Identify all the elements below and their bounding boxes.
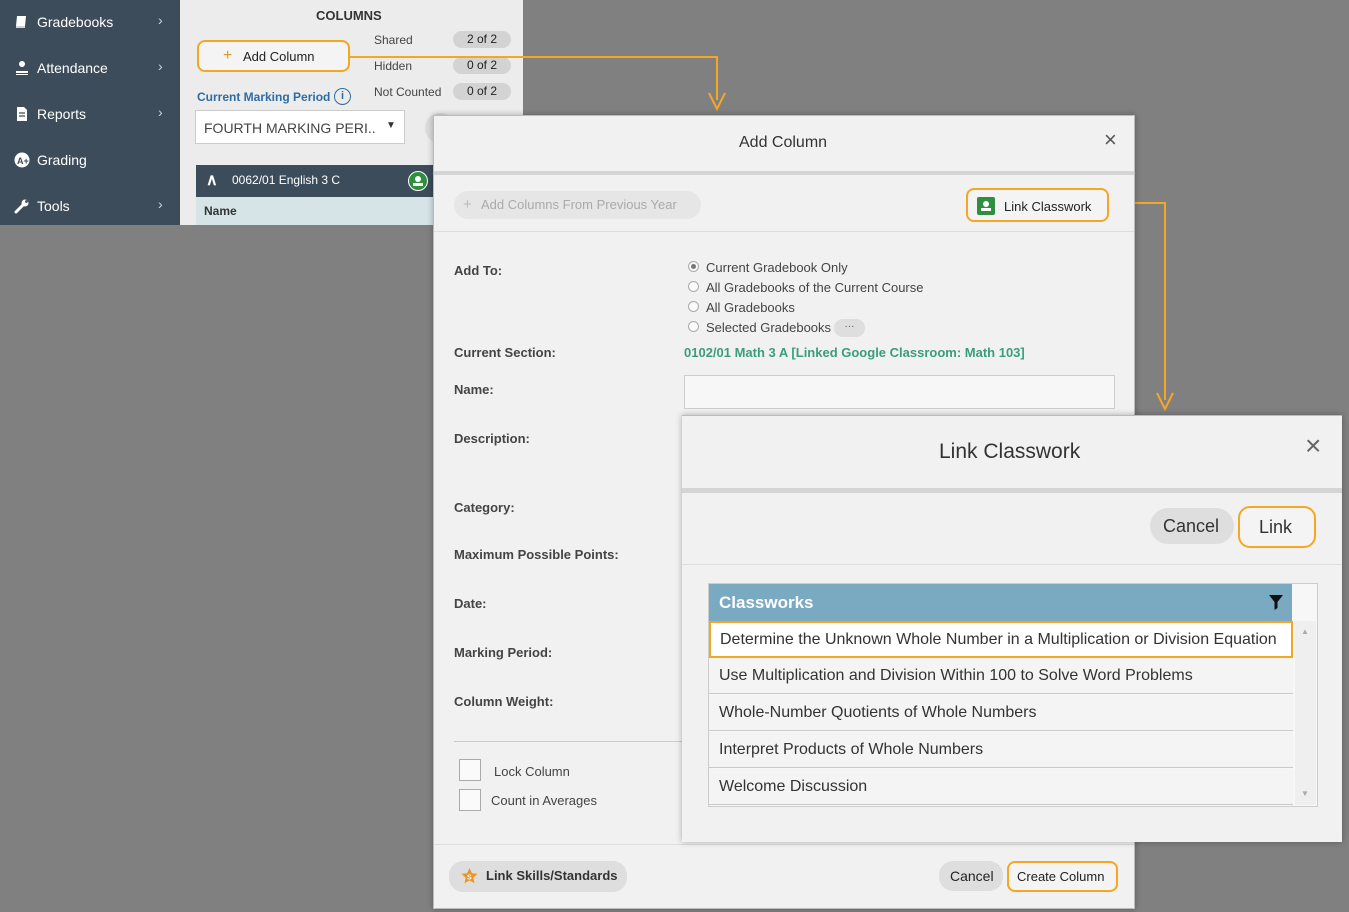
modal-header: Add Column × xyxy=(434,116,1134,171)
current-section-value: 0102/01 Math 3 A [Linked Google Classroo… xyxy=(684,345,1025,360)
star-badge-icon: S xyxy=(461,868,478,884)
radio-selected-gradebooks[interactable]: Selected Gradebooks xyxy=(688,320,831,335)
name-label: Name: xyxy=(454,382,494,397)
cancel-button[interactable]: Cancel xyxy=(939,861,1003,891)
classworks-header-label: Classworks xyxy=(719,593,814,612)
radio-label: All Gradebooks of the Current Course xyxy=(706,280,924,295)
column-weight-label: Column Weight: xyxy=(454,694,554,709)
classwork-title: Use Multiplication and Division Within 1… xyxy=(719,667,1193,684)
add-columns-previous-year-button[interactable]: + Add Columns From Previous Year xyxy=(454,191,701,219)
create-column-label: Create Column xyxy=(1017,869,1105,884)
radio-all-gradebooks[interactable]: All Gradebooks xyxy=(688,300,795,315)
radio-button[interactable] xyxy=(688,321,699,333)
classwork-row[interactable]: Whole-Number Quotients of Whole Numbers xyxy=(709,695,1293,731)
classwork-title: Welcome Discussion xyxy=(719,778,868,795)
link-skills-label: Link Skills/Standards xyxy=(486,868,618,883)
name-input[interactable] xyxy=(684,375,1115,409)
divider xyxy=(682,488,1342,493)
count-in-averages-label: Count in Averages xyxy=(491,793,597,808)
link-classwork-label: Link Classwork xyxy=(1004,199,1092,214)
classworks-table: Classworks Determine the Unknown Whole N… xyxy=(708,583,1318,807)
max-points-label: Maximum Possible Points: xyxy=(454,547,619,562)
cancel-button[interactable]: Cancel xyxy=(1150,508,1234,544)
link-classwork-dialog: Link Classwork × Cancel Link Classworks … xyxy=(682,415,1342,842)
google-classroom-icon xyxy=(977,197,995,215)
more-gradebooks-button[interactable]: ··· xyxy=(834,319,865,337)
modal-title: Add Column xyxy=(739,134,828,151)
classwork-title: Interpret Products of Whole Numbers xyxy=(719,741,984,758)
radio-current-gradebook[interactable]: Current Gradebook Only xyxy=(688,260,848,275)
date-label: Date: xyxy=(454,596,487,611)
classwork-row[interactable]: Use Multiplication and Division Within 1… xyxy=(709,658,1293,694)
cancel-label: Cancel xyxy=(1163,516,1220,536)
divider xyxy=(434,844,1134,845)
radio-button[interactable] xyxy=(688,261,699,273)
prev-year-label: Add Columns From Previous Year xyxy=(481,197,677,212)
close-icon[interactable]: × xyxy=(1305,430,1321,462)
divider xyxy=(454,741,682,742)
classwork-row-selected[interactable]: Determine the Unknown Whole Number in a … xyxy=(709,621,1293,658)
count-in-averages-checkbox[interactable] xyxy=(459,789,481,811)
link-skills-standards-button[interactable]: S Link Skills/Standards xyxy=(449,861,627,892)
radio-button[interactable] xyxy=(688,301,699,313)
divider xyxy=(434,171,1134,175)
svg-text:S: S xyxy=(467,875,472,882)
dialog-title: Link Classwork xyxy=(939,440,1081,463)
link-label: Link xyxy=(1259,517,1293,537)
radio-all-course-gradebooks[interactable]: All Gradebooks of the Current Course xyxy=(688,280,924,295)
create-column-button[interactable]: Create Column xyxy=(1007,861,1118,892)
cancel-label: Cancel xyxy=(950,868,994,884)
lock-column-label: Lock Column xyxy=(494,764,570,779)
classwork-title: Determine the Unknown Whole Number in a … xyxy=(720,631,1277,648)
current-section-label: Current Section: xyxy=(454,345,556,360)
category-label: Category: xyxy=(454,500,515,515)
filter-icon[interactable] xyxy=(1268,594,1284,610)
scroll-down-icon[interactable]: ▼ xyxy=(1301,789,1309,798)
link-classwork-button[interactable]: Link Classwork xyxy=(966,188,1109,222)
classwork-row[interactable]: Welcome Discussion xyxy=(709,769,1293,805)
radio-label: Selected Gradebooks xyxy=(706,320,832,335)
radio-label: All Gradebooks xyxy=(706,300,795,315)
plus-icon: + xyxy=(463,196,472,213)
scroll-up-icon[interactable]: ▲ xyxy=(1301,627,1309,636)
classworks-header: Classworks xyxy=(709,584,1292,621)
description-label: Description: xyxy=(454,431,530,446)
add-to-label: Add To: xyxy=(454,263,503,278)
divider xyxy=(434,231,1134,232)
classwork-row[interactable]: Interpret Products of Whole Numbers xyxy=(709,732,1293,768)
radio-button[interactable] xyxy=(688,281,699,293)
marking-period-label: Marking Period: xyxy=(454,645,553,660)
divider xyxy=(682,564,1342,565)
close-icon[interactable]: × xyxy=(1104,127,1117,153)
lock-column-checkbox[interactable] xyxy=(459,759,481,781)
scrollbar[interactable]: ▲ ▼ xyxy=(1295,621,1316,805)
link-button[interactable]: Link xyxy=(1238,506,1316,548)
classwork-title: Whole-Number Quotients of Whole Numbers xyxy=(719,704,1037,721)
radio-label: Current Gradebook Only xyxy=(706,260,848,275)
